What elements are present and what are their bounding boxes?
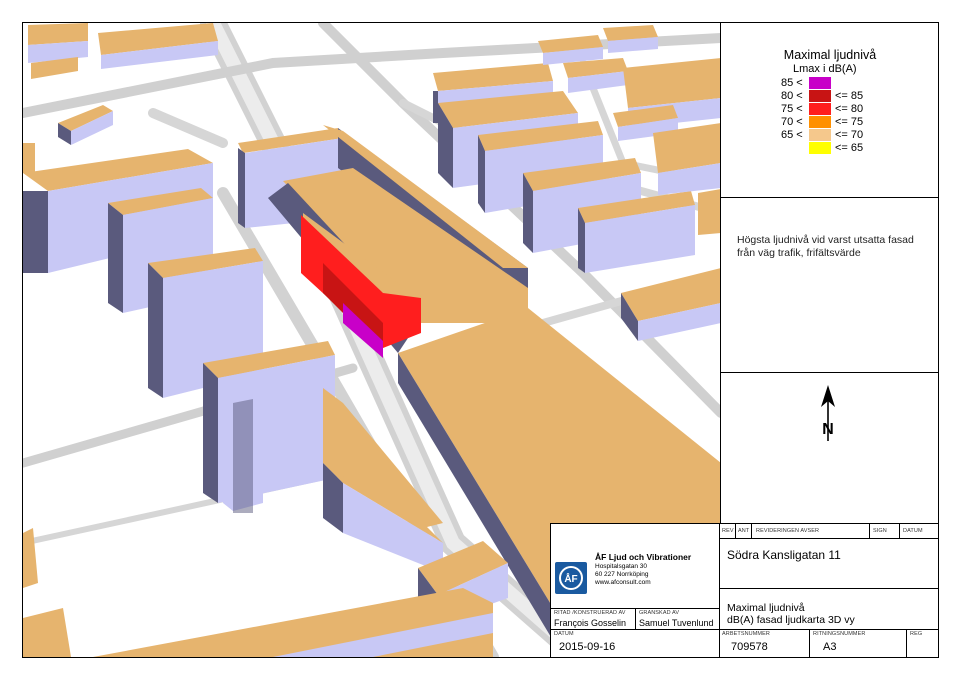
company-name: ÅF Ljud och Vibrationer xyxy=(595,552,692,562)
sign-label: SIGN xyxy=(873,528,887,534)
company-address: Hospitalsgatan 30 xyxy=(595,563,648,570)
job-number: 709578 xyxy=(731,641,768,653)
checked-by-label: GRANSKAD AV xyxy=(639,610,680,616)
legend-row: 70 < <= 75 xyxy=(781,116,931,129)
drawing-number: A3 xyxy=(823,641,837,653)
side-panel: Maximal ljudnivå Lmax i dB(A) 85 <80 < <=… xyxy=(720,23,938,523)
legend-title: Maximal ljudnivå xyxy=(783,48,877,62)
legend-row: 85 < xyxy=(781,77,931,90)
ant-label: ANT xyxy=(738,528,750,534)
logo-text: ÅF xyxy=(564,572,577,585)
legend-row: 75 < <= 80 xyxy=(781,103,931,116)
legend-row-high: <= 75 xyxy=(835,116,864,128)
legend-row: <= 65 xyxy=(781,142,931,155)
company-logo: ÅF xyxy=(555,562,587,594)
legend-color-swatch xyxy=(809,129,831,141)
legend-color-swatch xyxy=(809,77,831,89)
legend-row-high: <= 85 xyxy=(835,90,864,102)
description-panel: Högsta ljudnivå vid varst utsatta fasad … xyxy=(721,198,938,373)
datum-label: DATUM xyxy=(903,528,923,534)
revision-label: REVIDERINGEN AVSER xyxy=(756,528,820,534)
drawn-by: François Gosselin xyxy=(554,618,627,628)
project-name: Södra Kansligatan 11 xyxy=(727,548,841,562)
legend-row-low: 70 < xyxy=(781,116,803,128)
reg-label: REG xyxy=(910,631,923,637)
north-label: N xyxy=(822,419,834,436)
legend-row-high: <= 65 xyxy=(835,142,864,154)
north-arrow-icon: N xyxy=(821,385,835,441)
company-web: www.afconsult.com xyxy=(595,579,651,586)
legend-row-high: <= 70 xyxy=(835,129,864,141)
drawing-title-line-1: Maximal ljudnivå xyxy=(727,602,805,614)
drawn-by-label: RITAD /KONSTRUERAD AV xyxy=(554,610,626,616)
drawing-sheet: Maximal ljudnivå Lmax i dB(A) 85 <80 < <=… xyxy=(22,22,939,658)
drawing-number-label: RITNINGSNUMMER xyxy=(813,631,866,637)
legend: Maximal ljudnivå Lmax i dB(A) 85 <80 < <=… xyxy=(721,23,938,198)
legend-color-swatch xyxy=(809,116,831,128)
legend-color-swatch xyxy=(809,142,831,154)
legend-color-swatch xyxy=(809,90,831,102)
job-number-label: ARBETSNUMMER xyxy=(722,631,770,637)
north-arrow-panel: N xyxy=(721,373,938,523)
af-logo-icon: ÅF xyxy=(559,566,583,590)
legend-row-low: 75 < xyxy=(781,103,803,115)
legend-color-swatch xyxy=(809,103,831,115)
description-text: Högsta ljudnivå vid varst utsatta fasad … xyxy=(737,234,914,259)
legend-row: 65 < <= 70 xyxy=(781,129,931,142)
checked-by: Samuel Tuvenlund xyxy=(639,618,714,628)
company-city: 60 227 Norrköping xyxy=(595,571,649,578)
legend-row-low: 85 < xyxy=(781,77,803,89)
legend-row-low: 65 < xyxy=(781,129,803,141)
date-label: DATUM xyxy=(554,631,574,637)
date-value: 2015-09-16 xyxy=(559,641,616,653)
legend-row: 80 < <= 85 xyxy=(781,90,931,103)
legend-subtitle: Lmax i dB(A) xyxy=(793,63,857,75)
legend-row-high: <= 80 xyxy=(835,103,864,115)
rev-label: REV xyxy=(722,528,734,534)
title-block: ÅF ÅF Ljud och Vibrationer Hospitalsgata… xyxy=(550,523,938,657)
legend-row-low: 80 < xyxy=(781,90,803,102)
drawing-title-line-2: dB(A) fasad ljudkarta 3D vy xyxy=(727,614,855,626)
